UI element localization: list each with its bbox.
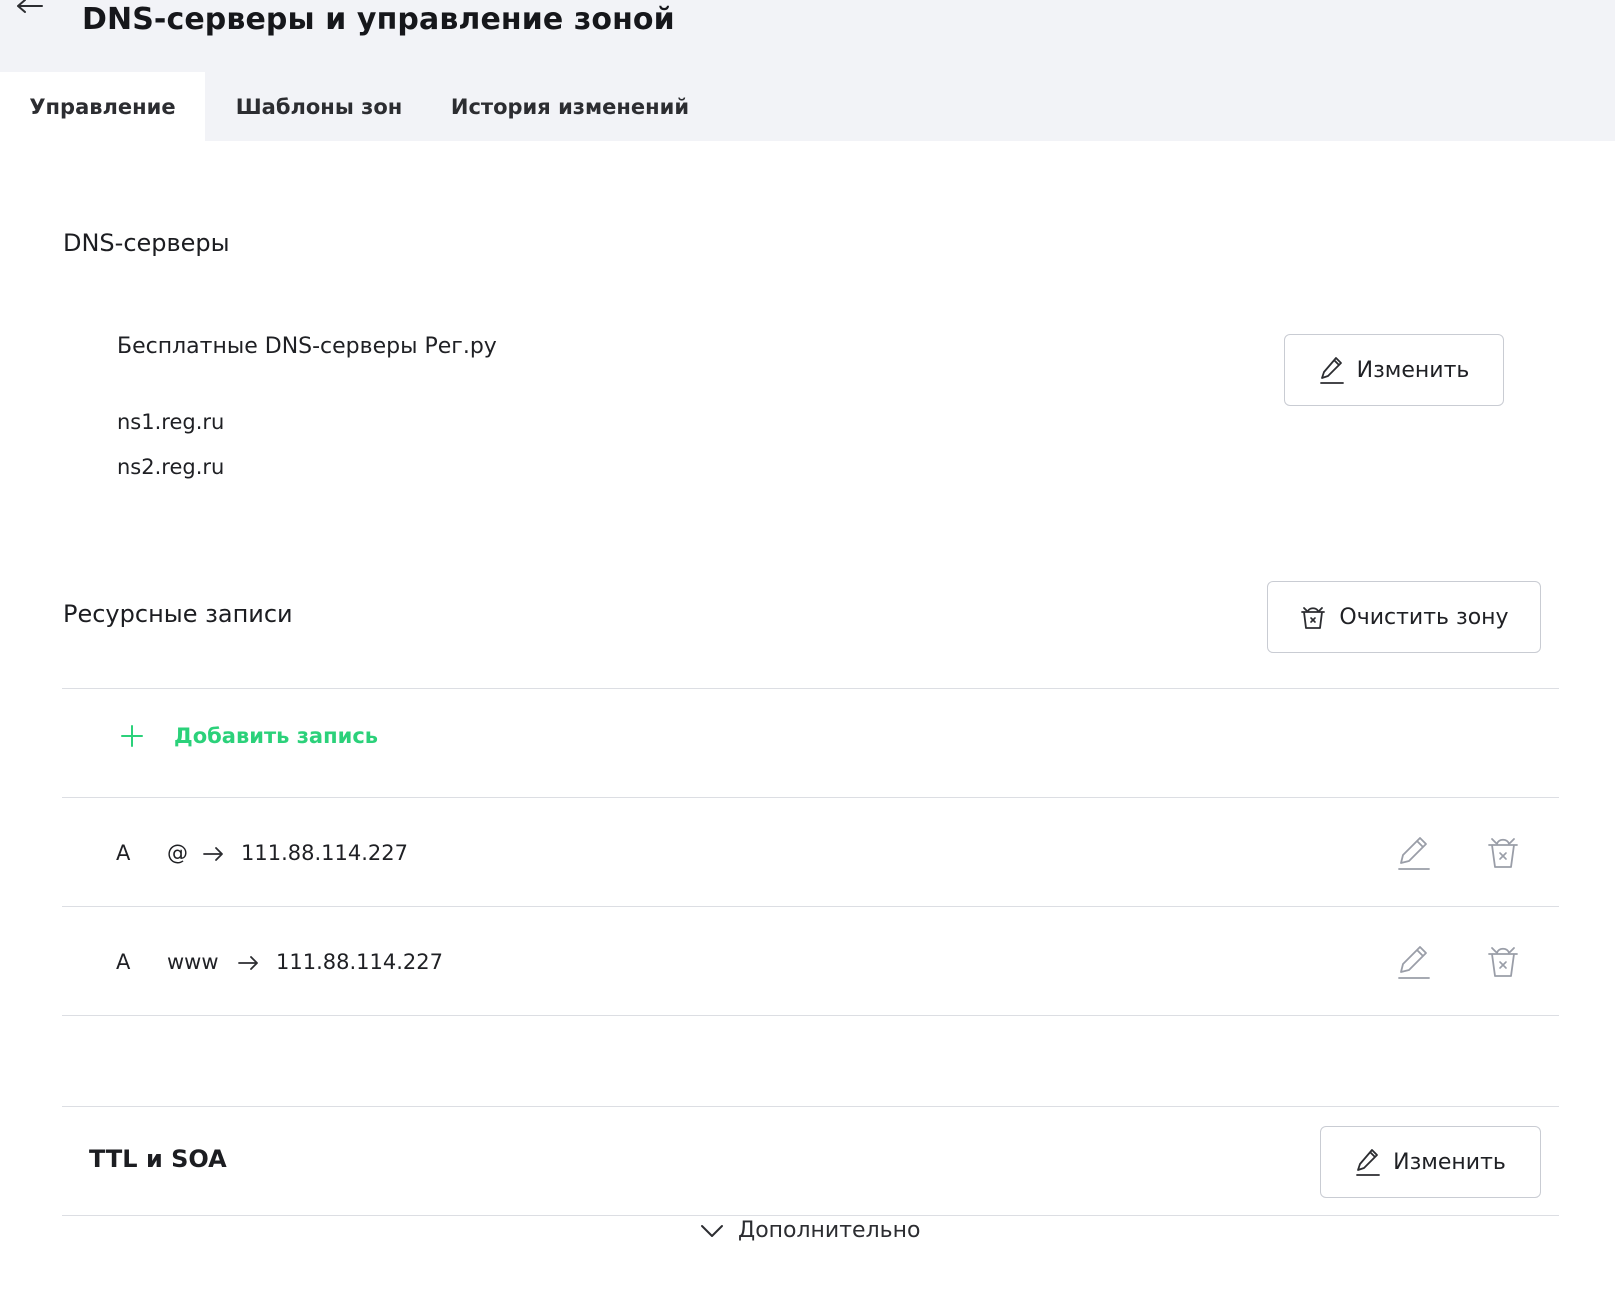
nameserver-2: ns2.reg.ru <box>117 455 225 479</box>
dns-servers-title: DNS-серверы <box>63 229 230 257</box>
more-label: Дополнительно <box>738 1218 921 1243</box>
tab-change-history[interactable]: История изменений <box>433 72 707 141</box>
tab-zone-templates[interactable]: Шаблоны зон <box>205 72 433 141</box>
divider <box>62 797 1559 798</box>
page-title: DNS-серверы и управление зоной <box>82 2 675 37</box>
chevron-down-icon <box>701 1224 723 1237</box>
divider <box>62 1215 1559 1216</box>
delete-basket-icon[interactable] <box>1486 833 1520 871</box>
record-value: 111.88.114.227 <box>276 950 443 974</box>
clear-zone-label: Очистить зону <box>1339 604 1509 630</box>
divider <box>62 1106 1559 1107</box>
add-record-button[interactable]: Добавить запись <box>120 724 378 748</box>
resource-records-title: Ресурсные записи <box>63 600 293 628</box>
plus-icon <box>121 725 143 747</box>
clear-zone-button[interactable]: Очистить зону <box>1267 581 1541 653</box>
add-record-label: Добавить запись <box>174 724 379 748</box>
divider <box>62 1015 1559 1016</box>
arrow-right-icon <box>238 956 258 970</box>
arrow-right-icon <box>203 847 223 861</box>
record-host: @ <box>167 841 188 865</box>
pencil-icon <box>1356 1149 1381 1176</box>
tab-management[interactable]: Управление <box>0 72 205 141</box>
record-host: www <box>167 950 219 974</box>
edit-dns-label: Изменить <box>1356 357 1470 383</box>
tab-bar: Управление Шаблоны зон История изменений <box>0 72 707 141</box>
more-toggle[interactable]: Дополнительно <box>700 1218 920 1243</box>
edit-dns-servers-button[interactable]: Изменить <box>1284 334 1504 406</box>
record-type: A <box>116 841 131 865</box>
dns-provider-name: Бесплатные DNS-серверы Рег.ру <box>117 334 497 359</box>
basket-icon <box>1301 607 1326 629</box>
divider <box>62 906 1559 907</box>
pencil-icon[interactable] <box>1397 944 1431 980</box>
ttl-soa-title: TTL и SOA <box>89 1145 227 1173</box>
record-type: A <box>116 950 131 974</box>
table-row: A @ 111.88.114.227 <box>0 823 1615 883</box>
table-row: A www 111.88.114.227 <box>0 932 1615 992</box>
back-arrow-icon[interactable] <box>14 0 46 20</box>
divider <box>62 688 1559 689</box>
edit-ttl-label: Изменить <box>1393 1149 1506 1175</box>
pencil-icon <box>1319 357 1344 384</box>
nameserver-1: ns1.reg.ru <box>117 410 225 434</box>
page-header: DNS-серверы и управление зоной Управлени… <box>0 0 1615 141</box>
pencil-icon[interactable] <box>1397 835 1431 871</box>
edit-ttl-soa-button[interactable]: Изменить <box>1320 1126 1541 1198</box>
delete-basket-icon[interactable] <box>1486 942 1520 980</box>
record-value: 111.88.114.227 <box>241 841 408 865</box>
